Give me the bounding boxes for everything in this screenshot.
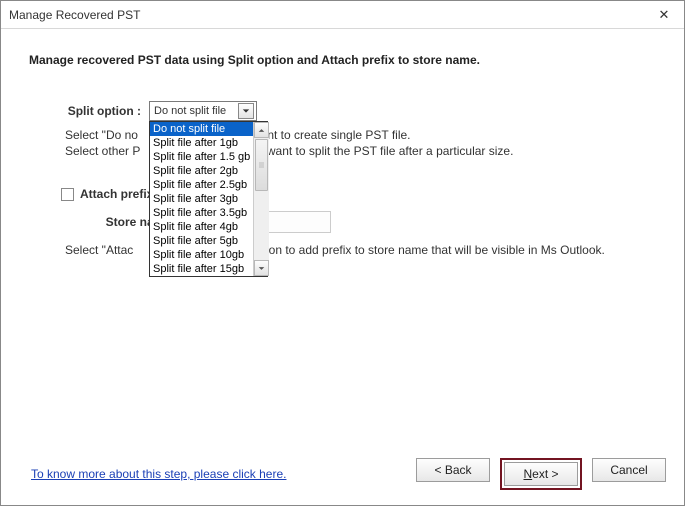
split-option-selected: Do not split file (154, 105, 226, 117)
window-title: Manage Recovered PST (9, 8, 140, 22)
dropdown-option[interactable]: Split file after 10gb (150, 248, 253, 262)
back-button[interactable]: < Back (416, 458, 490, 482)
close-button[interactable]: ✕ (644, 1, 684, 29)
split-option-row: Split option : Do not split file Do not … (29, 101, 656, 121)
dropdown-option[interactable]: Split file after 5gb (150, 234, 253, 248)
next-button[interactable]: Next > (504, 462, 578, 486)
page-heading: Manage recovered PST data using Split op… (29, 53, 656, 67)
content-area: Manage recovered PST data using Split op… (1, 29, 684, 453)
dropdown-list: Do not split fileSplit file after 1gbSpl… (150, 122, 253, 276)
dropdown-option[interactable]: Split file after 2.5gb (150, 178, 253, 192)
dropdown-option[interactable]: Split file after 3gb (150, 192, 253, 206)
scroll-thumb[interactable] (255, 139, 268, 191)
titlebar: Manage Recovered PST ✕ (1, 1, 684, 29)
dropdown-option[interactable]: Split file after 4gb (150, 220, 253, 234)
split-option-dropdown: Do not split fileSplit file after 1gbSpl… (149, 121, 268, 277)
split-option-display[interactable]: Do not split file (149, 101, 257, 121)
dropdown-option[interactable]: Split file after 1gb (150, 136, 253, 150)
dropdown-scrollbar[interactable] (253, 122, 269, 276)
scroll-down-icon[interactable] (254, 260, 269, 276)
attach-prefix-checkbox[interactable] (61, 188, 74, 201)
dropdown-option[interactable]: Split file after 2gb (150, 164, 253, 178)
dropdown-option[interactable]: Split file after 15gb (150, 262, 253, 276)
split-option-label: Split option : (29, 104, 149, 118)
next-button-highlight: Next > (500, 458, 582, 490)
cancel-button[interactable]: Cancel (592, 458, 666, 482)
footer: To know more about this step, please cli… (1, 453, 684, 505)
help-link[interactable]: To know more about this step, please cli… (31, 467, 286, 481)
dropdown-option[interactable]: Split file after 1.5 gb (150, 150, 253, 164)
split-option-combo[interactable]: Do not split file Do not split fileSplit… (149, 101, 257, 121)
button-bar: < Back Next > Cancel (416, 458, 666, 490)
dropdown-option[interactable]: Do not split file (150, 122, 253, 136)
scroll-up-icon[interactable] (254, 122, 269, 138)
dropdown-option[interactable]: Split file after 3.5gb (150, 206, 253, 220)
dialog-window: Manage Recovered PST ✕ Manage recovered … (0, 0, 685, 506)
chevron-down-icon[interactable] (238, 103, 254, 119)
